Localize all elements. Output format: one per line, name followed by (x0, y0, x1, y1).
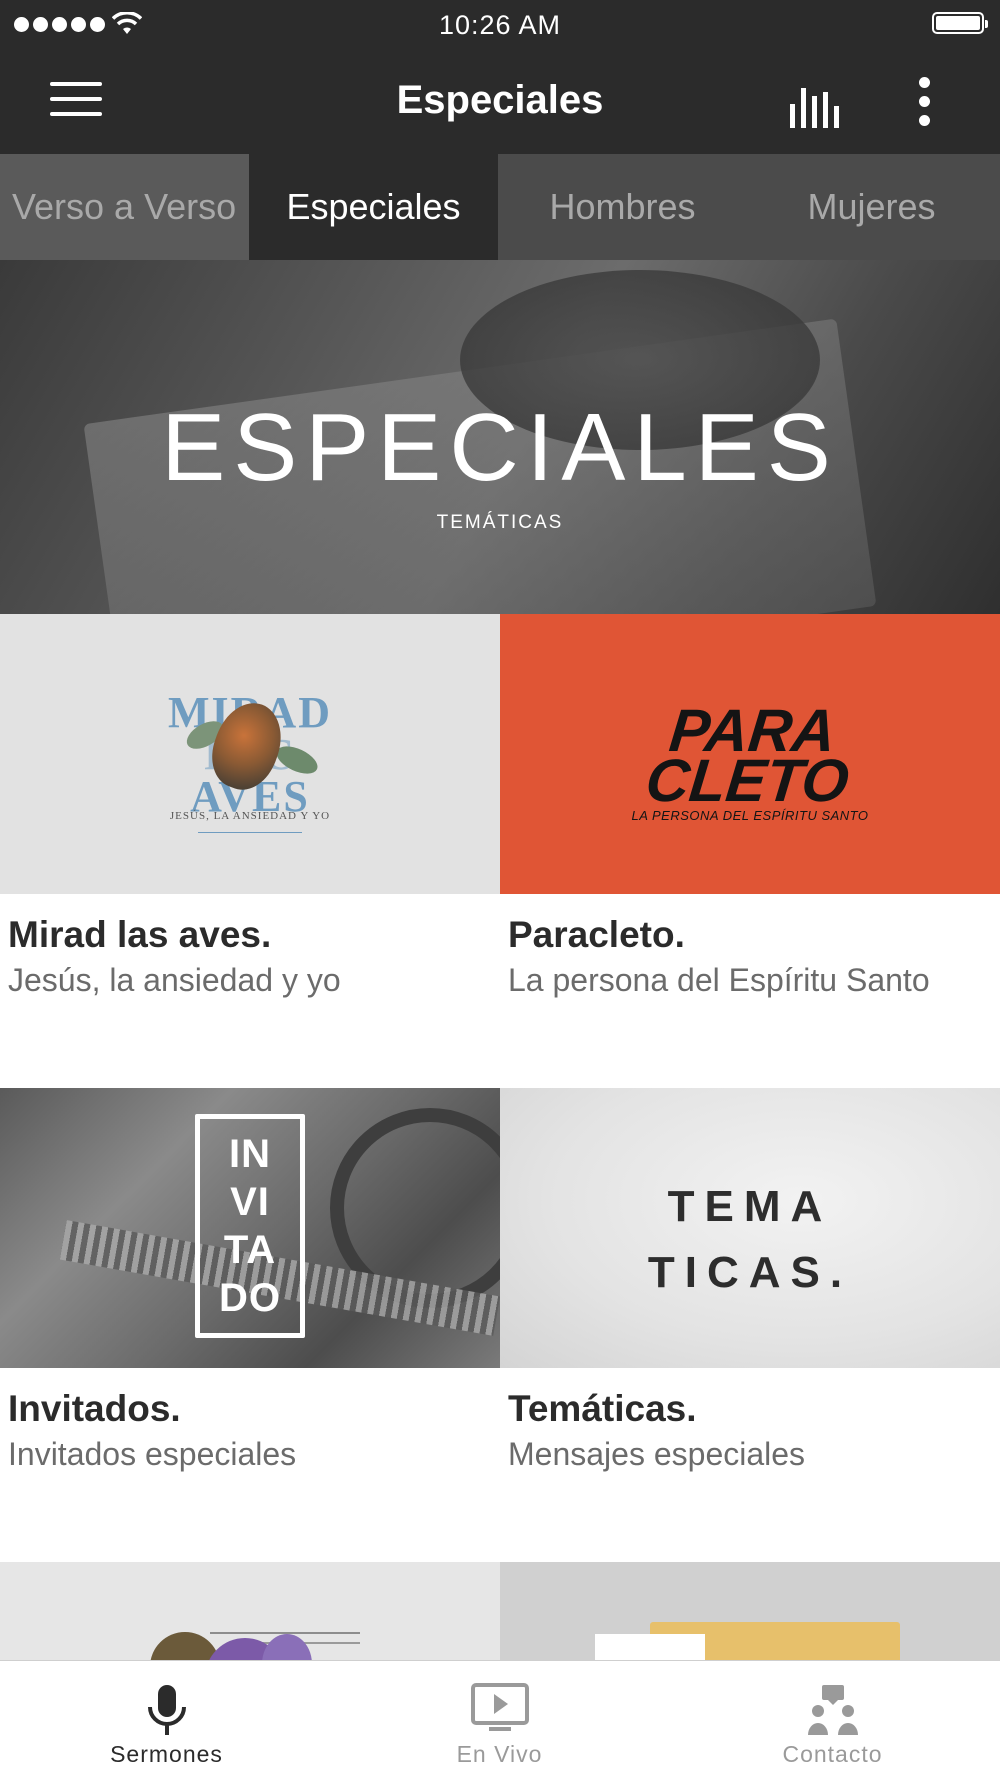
battery-icon (932, 12, 988, 34)
series-card-paracleto[interactable]: PARA CLETO LA PERSONA DEL ESPÍRITU SANTO… (500, 614, 1000, 1088)
tv-play-icon (471, 1683, 529, 1731)
nav-sermones[interactable]: Sermones (0, 1661, 333, 1779)
card-title: Paracleto. (508, 914, 685, 955)
series-card-partial-left[interactable] (0, 1562, 500, 1660)
artwork-title: TEMA TICAS. (647, 1182, 853, 1297)
status-bar: 10:26 AM (0, 0, 1000, 50)
series-artwork: IN VI TA DO (0, 1088, 500, 1368)
hamburger-menu-icon[interactable] (36, 78, 116, 128)
card-subtitle: Jesús, la ansiedad y yo (8, 962, 341, 998)
tab-verso-a-verso[interactable]: Verso a Verso (0, 154, 249, 260)
more-vertical-icon[interactable] (900, 72, 950, 132)
people-icon (808, 1685, 858, 1735)
nav-label: Sermones (110, 1741, 223, 1767)
status-time: 10:26 AM (438, 10, 562, 40)
artwork-title: IN VI TA DO (219, 1132, 281, 1320)
bottom-navigation: Sermones En Vivo Contacto (0, 1660, 1000, 1778)
tab-especiales[interactable]: Especiales (249, 154, 498, 260)
tab-hombres[interactable]: Hombres (498, 154, 747, 260)
card-illustration (595, 1634, 705, 1660)
app-bar: Especiales (0, 50, 1000, 154)
divider (198, 832, 302, 833)
tab-mujeres[interactable]: Mujeres (747, 154, 996, 260)
nav-label: En Vivo (456, 1741, 543, 1767)
microphone-icon (148, 1685, 186, 1735)
artwork-title: PARA CLETO (642, 697, 853, 814)
hero-banner[interactable]: ESPECIALES TEMÁTICAS (0, 260, 1000, 614)
nav-contacto[interactable]: Contacto (666, 1661, 999, 1779)
flower-illustration (262, 1634, 312, 1660)
hero-title: ESPECIALES (161, 394, 839, 501)
series-card-mirad-las-aves[interactable]: MIRAD LAS AVES JESÚS, LA ANSIEDAD Y YO M… (0, 614, 500, 1088)
bar-chart-icon[interactable] (782, 78, 848, 128)
nav-label: Contacto (782, 1741, 883, 1767)
series-artwork: TEMA TICAS. (500, 1088, 1000, 1368)
series-card-invitados[interactable]: IN VI TA DO Invitados. Invitados especia… (0, 1088, 500, 1562)
series-artwork (500, 1562, 1000, 1660)
series-artwork: MIRAD LAS AVES JESÚS, LA ANSIEDAD Y YO (0, 614, 500, 894)
flower-illustration (150, 1632, 220, 1660)
card-subtitle: Mensajes especiales (508, 1436, 806, 1472)
card-title: Temáticas. (508, 1388, 697, 1429)
nav-en-vivo[interactable]: En Vivo (333, 1661, 666, 1779)
series-artwork: PARA CLETO LA PERSONA DEL ESPÍRITU SANTO (500, 614, 1000, 894)
series-card-tematicas[interactable]: TEMA TICAS. Temáticas. Mensajes especial… (500, 1088, 1000, 1562)
page-title: Especiales (396, 78, 604, 122)
card-subtitle: Invitados especiales (8, 1436, 297, 1472)
series-card-partial-right[interactable] (500, 1562, 1000, 1660)
category-tabs: Verso a Verso Especiales Hombres Mujeres (0, 154, 1000, 260)
artwork-caption: JESÚS, LA ANSIEDAD Y YO (169, 810, 331, 822)
artwork-caption: LA PERSONA DEL ESPÍRITU SANTO (631, 808, 869, 823)
card-title: Mirad las aves. (8, 914, 272, 955)
series-artwork (0, 1562, 500, 1660)
card-subtitle: La persona del Espíritu Santo (508, 962, 930, 998)
card-title: Invitados. (8, 1388, 181, 1429)
hero-subtitle: TEMÁTICAS (436, 512, 564, 533)
